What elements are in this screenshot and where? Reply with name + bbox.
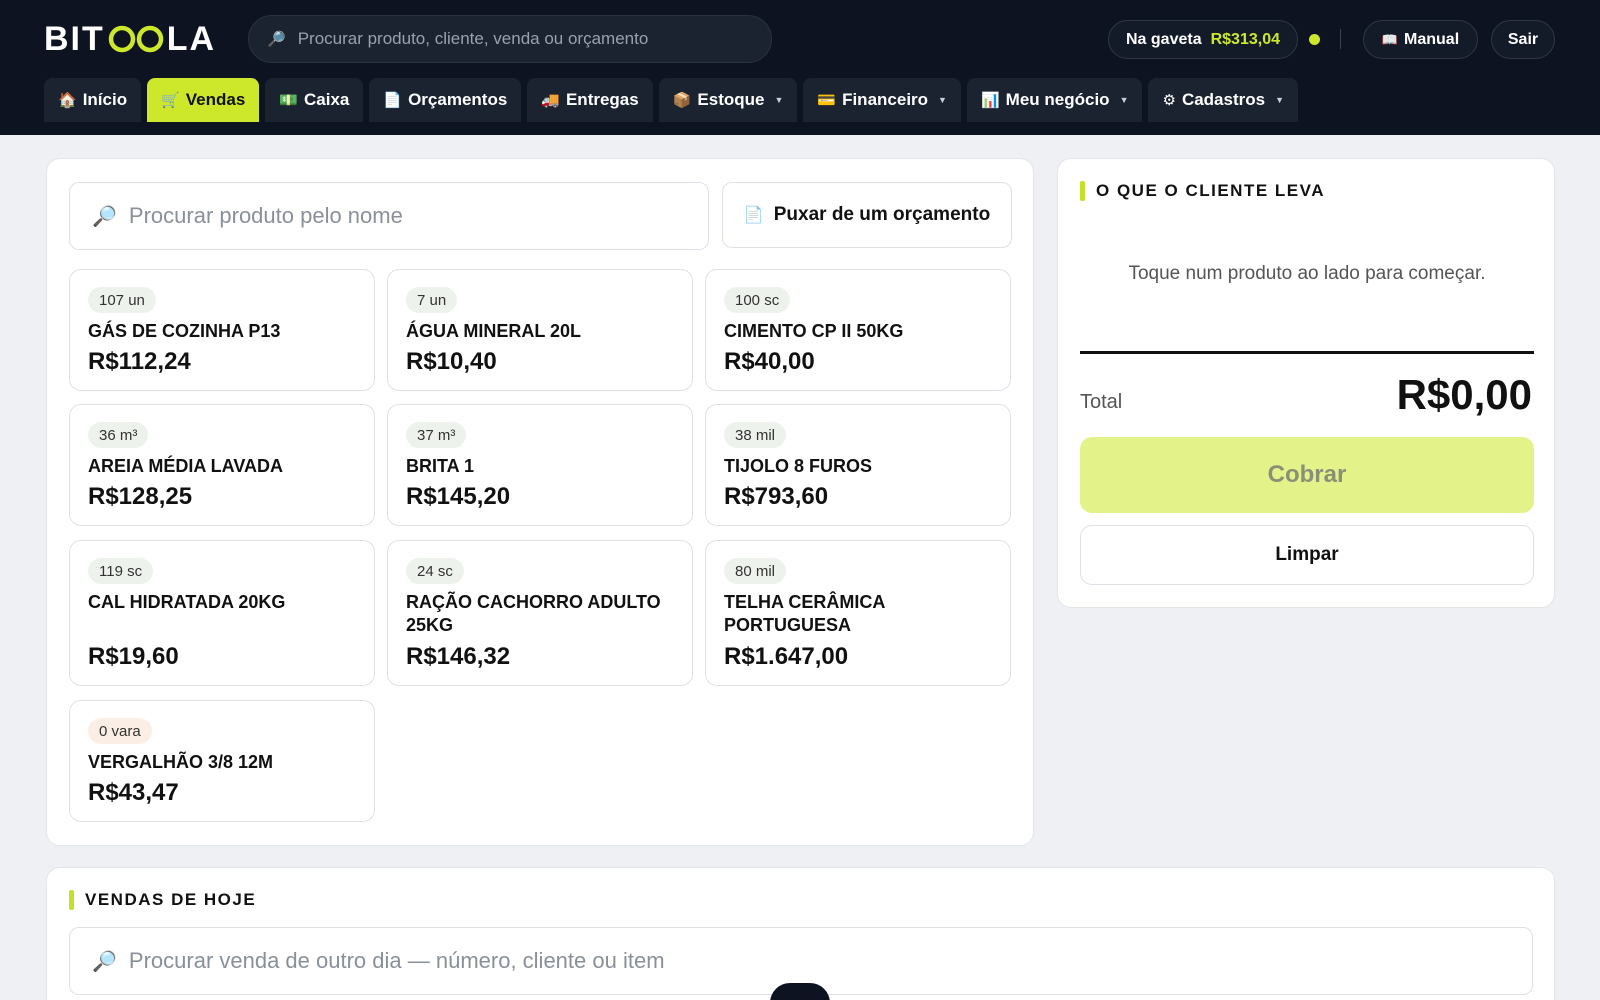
floating-action-button[interactable] xyxy=(770,983,830,1000)
product-tile[interactable]: 119 sc CAL HIDRATADA 20KG R$19,60 xyxy=(69,540,375,686)
cart-icon: 🛒 xyxy=(161,92,180,109)
home-icon: 🏠 xyxy=(58,92,77,109)
global-search-input[interactable] xyxy=(297,29,738,49)
stock-badge: 24 sc xyxy=(406,558,464,584)
product-name: GÁS DE COZINHA P13 xyxy=(88,321,281,341)
products-panel: 🔎 📄 Puxar de um orçamento 107 un GÁS DE … xyxy=(46,158,1034,846)
product-tile[interactable]: 7 un ÁGUA MINERAL 20L R$10,40 xyxy=(387,269,693,391)
sales-today-title: VENDAS DE HOJE xyxy=(69,890,256,910)
stock-badge: 36 m³ xyxy=(88,422,149,448)
tab-estoque[interactable]: 📦 Estoque ▼ xyxy=(658,78,798,122)
clear-button[interactable]: Limpar xyxy=(1080,525,1534,585)
product-price: R$145,20 xyxy=(406,483,511,510)
gear-icon: ⚙ xyxy=(1162,92,1176,109)
header-divider xyxy=(1340,29,1341,49)
product-price: R$128,25 xyxy=(88,483,193,510)
tab-financeiro[interactable]: 💳 Financeiro ▼ xyxy=(803,78,961,122)
product-name: TELHA CERÂMICA PORTUGUESA xyxy=(724,592,885,635)
pull-from-quote-button[interactable]: 📄 Puxar de um orçamento xyxy=(722,182,1012,248)
product-tile[interactable]: 100 sc CIMENTO CP II 50KG R$40,00 xyxy=(705,269,1011,391)
product-price: R$43,47 xyxy=(88,779,179,806)
sales-search-input[interactable] xyxy=(128,948,1509,974)
stock-badge: 38 mil xyxy=(724,422,787,448)
stock-badge: 7 un xyxy=(406,287,458,313)
status-dot xyxy=(1309,34,1320,45)
product-price: R$112,24 xyxy=(88,348,191,375)
tab-vendas[interactable]: 🛒 Vendas xyxy=(147,78,260,122)
logo-infinity-icon xyxy=(107,24,165,54)
product-name: BRITA 1 xyxy=(406,456,475,476)
tab-cadastros[interactable]: ⚙ Cadastros ▼ xyxy=(1148,78,1298,122)
cash-icon: 💵 xyxy=(279,92,299,109)
box-icon: 📦 xyxy=(672,92,692,109)
stock-badge: 80 mil xyxy=(724,558,787,584)
global-search[interactable]: 🔎 xyxy=(248,15,772,63)
stock-badge: 107 un xyxy=(88,287,156,313)
product-tile[interactable]: 38 mil TIJOLO 8 FUROS R$793,60 xyxy=(705,404,1011,526)
top-bar: BIT LA 🔎 Na gaveta R$313,04 📖 Manual Sai… xyxy=(0,0,1600,135)
cash-drawer-indicator[interactable]: Na gaveta R$313,04 xyxy=(1108,20,1298,59)
cart-empty-message: Toque num produto ao lado para começar. xyxy=(1128,263,1486,284)
drawer-amount: R$313,04 xyxy=(1210,30,1280,48)
cart-divider xyxy=(1080,351,1534,354)
chevron-down-icon: ▼ xyxy=(1119,95,1129,105)
charge-button[interactable]: Cobrar xyxy=(1080,437,1534,513)
product-name: CAL HIDRATADA 20KG xyxy=(88,592,286,612)
product-name: CIMENTO CP II 50KG xyxy=(724,321,904,341)
search-icon: 🔎 xyxy=(267,31,286,48)
product-search-input[interactable] xyxy=(128,203,689,229)
product-tile[interactable]: 24 sc RAÇÃO CACHORRO ADULTO 25KG R$146,3… xyxy=(387,540,693,686)
product-price: R$793,60 xyxy=(724,483,829,510)
stock-badge: 100 sc xyxy=(724,287,791,313)
search-icon: 🔎 xyxy=(92,205,117,228)
product-tile[interactable]: 37 m³ BRITA 1 R$145,20 xyxy=(387,404,693,526)
document-icon: 📄 xyxy=(743,207,764,224)
product-name: VERGALHÃO 3/8 12M xyxy=(88,752,274,772)
product-name: RAÇÃO CACHORRO ADULTO 25KG xyxy=(406,592,661,635)
main-nav: 🏠 Início 🛒 Vendas 💵 Caixa 📄 Orçamentos 🚚 Entr… xyxy=(44,78,1298,122)
product-price: R$19,60 xyxy=(88,643,179,670)
product-tile[interactable]: 0 vara VERGALHÃO 3/8 12M R$43,47 xyxy=(69,700,375,822)
product-price: R$1.647,00 xyxy=(724,643,849,670)
product-search[interactable]: 🔎 xyxy=(69,182,709,250)
stock-badge: 37 m³ xyxy=(406,422,467,448)
cart-title: O QUE O CLIENTE LEVA xyxy=(1080,181,1325,201)
truck-icon: 🚚 xyxy=(541,92,560,109)
product-price: R$146,32 xyxy=(406,643,511,670)
product-price: R$40,00 xyxy=(724,348,815,375)
logout-button[interactable]: Sair xyxy=(1491,20,1555,59)
chevron-down-icon: ▼ xyxy=(1275,95,1284,105)
section-accent-bar xyxy=(69,890,74,910)
book-icon: 📖 xyxy=(1381,31,1399,47)
product-price: R$10,40 xyxy=(406,348,497,375)
chevron-down-icon: ▼ xyxy=(938,95,947,105)
chevron-down-icon: ▼ xyxy=(774,95,784,105)
total-label: Total xyxy=(1080,391,1123,413)
tab-entregas[interactable]: 🚚 Entregas xyxy=(527,78,653,122)
tab-inicio[interactable]: 🏠 Início xyxy=(44,78,142,122)
product-tile[interactable]: 107 un GÁS DE COZINHA P13 R$112,24 xyxy=(69,269,375,391)
section-accent-bar xyxy=(1080,181,1085,201)
cart-panel: O QUE O CLIENTE LEVA Toque num produto a… xyxy=(1057,158,1555,608)
product-name: ÁGUA MINERAL 20L xyxy=(406,321,582,341)
sales-today-panel: VENDAS DE HOJE 🔎 xyxy=(46,867,1555,1000)
stock-badge: 0 vara xyxy=(88,718,152,744)
total-value: R$0,00 xyxy=(1396,371,1532,418)
product-name: TIJOLO 8 FUROS xyxy=(724,456,873,476)
tab-meu-negocio[interactable]: 📊 Meu negócio ▼ xyxy=(966,78,1143,122)
drawer-label: Na gaveta xyxy=(1126,30,1202,48)
brand-logo[interactable]: BIT LA xyxy=(44,20,216,58)
product-tile[interactable]: 80 mil TELHA CERÂMICA PORTUGUESA R$1.647… xyxy=(705,540,1011,686)
product-tile[interactable]: 36 m³ AREIA MÉDIA LAVADA R$128,25 xyxy=(69,404,375,526)
tab-orcamentos[interactable]: 📄 Orçamentos xyxy=(369,78,522,122)
manual-button[interactable]: 📖 Manual xyxy=(1363,20,1478,59)
search-icon: 🔎 xyxy=(92,950,117,973)
stock-badge: 119 sc xyxy=(88,558,154,584)
product-name: AREIA MÉDIA LAVADA xyxy=(88,456,283,476)
document-icon: 📄 xyxy=(383,92,403,109)
tab-caixa[interactable]: 💵 Caixa xyxy=(265,78,364,122)
card-icon: 💳 xyxy=(817,92,837,109)
chart-icon: 📊 xyxy=(980,92,1000,109)
